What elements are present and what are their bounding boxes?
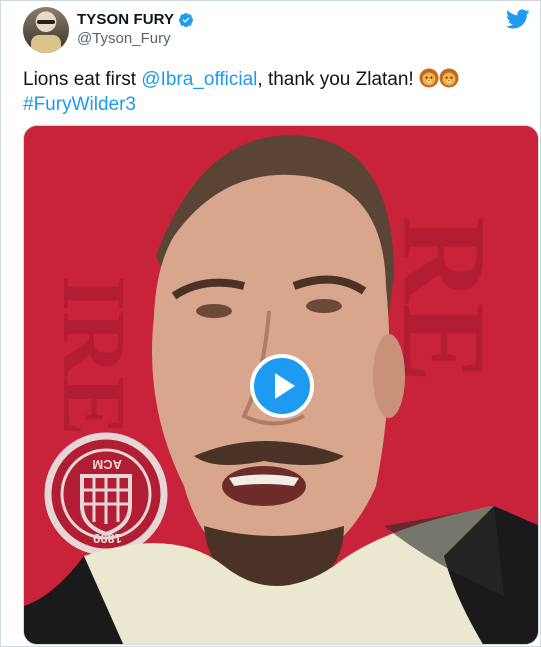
- tweet-text-part: Lions eat first: [23, 69, 142, 90]
- handle[interactable]: @Tyson_Fury: [77, 30, 194, 47]
- display-name[interactable]: TYSON FURY: [77, 11, 194, 28]
- mention-link[interactable]: @Ibra_official: [141, 69, 257, 90]
- author-block[interactable]: TYSON FURY @Tyson_Fury: [77, 11, 194, 47]
- tweet-text-part: , thank you Zlatan!: [257, 69, 419, 90]
- verified-badge-icon: [179, 12, 194, 27]
- svg-text:IRE: IRE: [44, 276, 143, 436]
- tweet-card: TYSON FURY @Tyson_Fury Lions eat first @…: [0, 0, 541, 647]
- hashtag-link[interactable]: #FuryWilder3: [23, 94, 136, 115]
- tweet-text: Lions eat first @Ibra_official, thank yo…: [23, 67, 523, 117]
- lion-face-icon: [439, 68, 459, 88]
- lion-face-icon: [419, 68, 439, 88]
- twitter-bird-icon[interactable]: [506, 7, 530, 31]
- display-name-text[interactable]: TYSON FURY: [77, 11, 174, 28]
- acm-crest-icon: ACM 1899: [44, 432, 168, 556]
- play-icon: [274, 373, 295, 399]
- crest-year: 1899: [93, 531, 122, 546]
- avatar[interactable]: [23, 7, 69, 53]
- tweet-header: TYSON FURY @Tyson_Fury: [23, 7, 530, 53]
- play-button[interactable]: [250, 354, 314, 418]
- crest-text: ACM: [92, 457, 122, 472]
- video-player[interactable]: RE IRE ACM 1899: [23, 125, 539, 645]
